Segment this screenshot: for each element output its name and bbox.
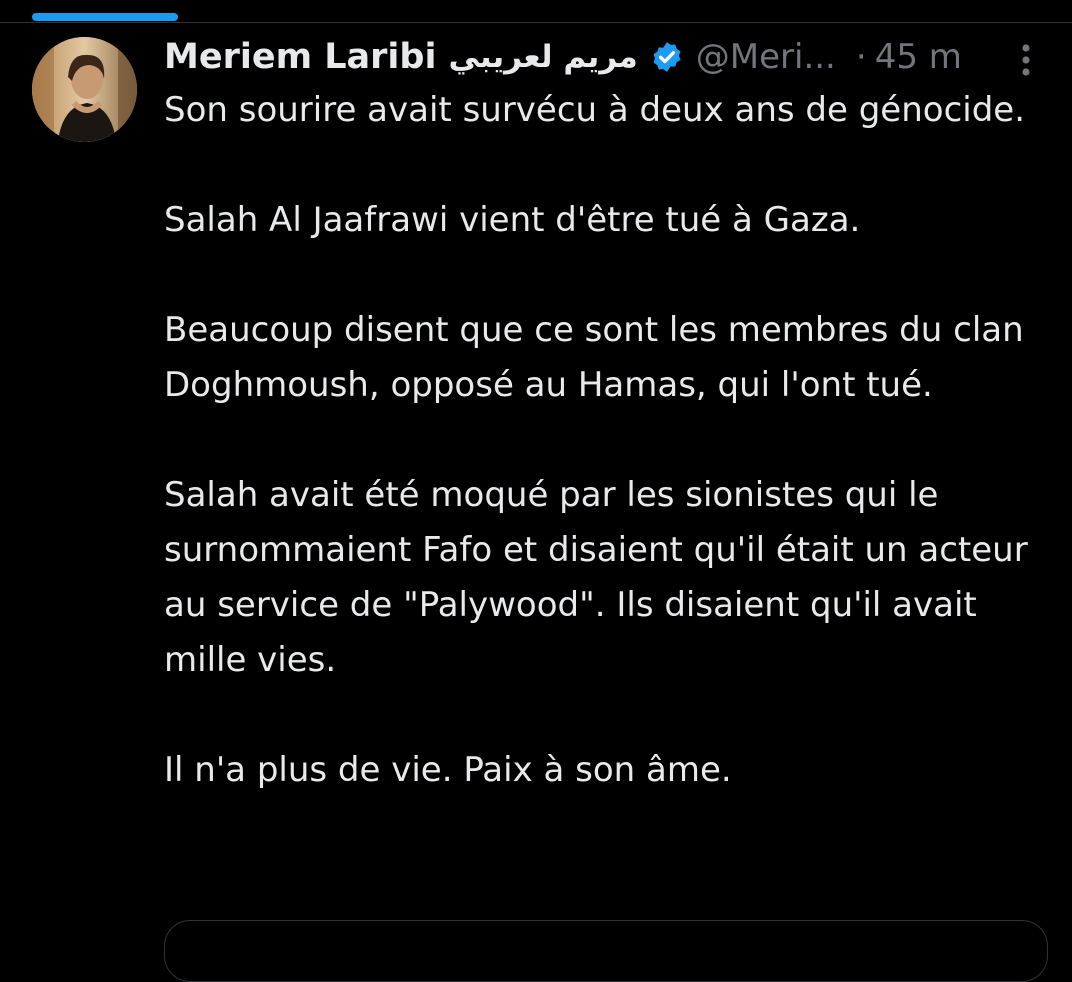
tweet-paragraph: Son sourire avait survécu à deux ans de … (164, 90, 1026, 130)
tweet-paragraph: Salah Al Jaafrawi vient d'être tué à Gaz… (164, 200, 861, 240)
more-options-button[interactable] (1010, 40, 1042, 80)
verified-badge-icon (650, 40, 684, 74)
tweet-header: Meriem Laribi مريم لعريبي @Meri... · 45 … (164, 31, 1044, 83)
avatar-photo (32, 37, 137, 142)
quoted-card-edge[interactable] (164, 920, 1048, 982)
header-separator: · (855, 37, 867, 77)
more-vertical-icon (1022, 44, 1030, 76)
author-display-name-arabic[interactable]: مريم لعريبي (448, 39, 637, 75)
tweet-text: Son sourire avait survécu à deux ans de … (164, 83, 1044, 798)
tweet-paragraph: Beaucoup disent que ce sont les membres … (164, 310, 1024, 405)
author-display-name[interactable]: Meriem Laribi (164, 37, 436, 77)
active-tab-indicator (32, 13, 178, 21)
author-handle[interactable]: @Meri... (696, 37, 836, 77)
top-divider (0, 22, 1072, 23)
tweet-timestamp[interactable]: 45 m (875, 37, 962, 77)
avatar[interactable] (32, 37, 137, 142)
tweet-paragraph: Il n'a plus de vie. Paix à son âme. (164, 750, 732, 790)
tweet-paragraph: Salah avait été moqué par les sionistes … (164, 475, 1028, 680)
